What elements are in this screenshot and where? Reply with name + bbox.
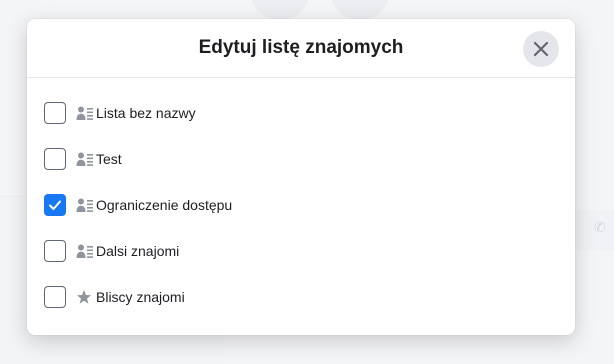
list-item-label: Lista bez nazwy	[96, 105, 196, 121]
list-checkbox[interactable]	[44, 240, 66, 262]
list-checkbox[interactable]	[44, 194, 66, 216]
star-icon	[76, 289, 94, 305]
friend-list-icon	[76, 197, 94, 213]
edit-friend-list-dialog: Edytuj listę znajomych Lista bez nazwy Te…	[27, 19, 575, 335]
list-item[interactable]: Test	[27, 136, 575, 182]
dialog-title: Edytuj listę znajomych	[198, 37, 404, 58]
list-item-label: Bliscy znajomi	[96, 289, 185, 305]
friend-list-icon	[76, 151, 94, 167]
friend-list-icon	[76, 105, 94, 121]
close-icon	[533, 41, 549, 57]
checkmark-icon	[49, 200, 61, 210]
dialog-header: Edytuj listę znajomych	[27, 19, 575, 78]
list-item-label: Dalsi znajomi	[96, 243, 180, 259]
list-item[interactable]: Ograniczenie dostępu	[27, 182, 575, 228]
list-item[interactable]: Lista bez nazwy	[27, 90, 575, 136]
list-checkbox[interactable]	[44, 148, 66, 170]
friend-list-options: Lista bez nazwy Test Ograniczenie dostępu D…	[27, 78, 575, 320]
list-checkbox[interactable]	[44, 102, 66, 124]
close-button[interactable]	[523, 31, 559, 67]
list-item[interactable]: Dalsi znajomi	[27, 228, 575, 274]
friend-list-icon	[76, 243, 94, 259]
list-item-label: Ograniczenie dostępu	[96, 197, 233, 213]
list-item-label: Test	[96, 151, 122, 167]
list-item[interactable]: Bliscy znajomi	[27, 274, 575, 320]
list-checkbox[interactable]	[44, 286, 66, 308]
